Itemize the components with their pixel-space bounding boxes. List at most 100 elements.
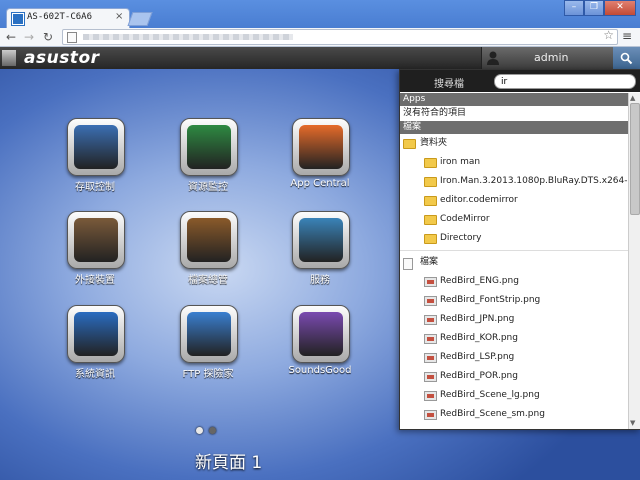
- folder-group-label: 資料夾: [420, 138, 448, 148]
- image-file-icon: [424, 372, 437, 382]
- apps-no-results: 沒有符合的項目: [403, 108, 467, 118]
- image-file-icon: [424, 296, 437, 306]
- app-label: 外接裝置: [75, 275, 115, 286]
- sidebar-toggle-handle[interactable]: [2, 50, 16, 66]
- app-label: 存取控制: [75, 182, 115, 193]
- app-label: 資源監控: [188, 182, 228, 193]
- app-access-control[interactable]: 存取控制: [47, 118, 143, 208]
- folder-icon: [403, 139, 416, 149]
- app-resource-monitor[interactable]: 資源監控: [160, 118, 256, 208]
- app-label: 檔案總管: [188, 275, 228, 286]
- forward-button[interactable]: →: [24, 28, 34, 46]
- app-services[interactable]: 服務: [272, 211, 368, 301]
- tab-title: AS-602T-C6A6: [27, 12, 93, 22]
- ftp-explorer-icon: [180, 305, 238, 363]
- file-name: RedBird_Scene_lg.png: [440, 390, 540, 400]
- folder-icon: [424, 158, 437, 168]
- app-icon-art: [299, 218, 343, 262]
- bookmark-star-icon[interactable]: ☆: [603, 28, 614, 42]
- folder-name: CodeMirror: [440, 214, 490, 224]
- page-indicator: [196, 427, 216, 434]
- scroll-up-icon[interactable]: ▲: [630, 94, 635, 102]
- image-file-icon: [424, 353, 437, 363]
- minimize-button[interactable]: –: [564, 0, 584, 16]
- scrollbar[interactable]: ▲ ▼: [628, 93, 640, 429]
- app-icon-art: [299, 125, 343, 169]
- folder-icon: [424, 215, 437, 225]
- section-header-files: 檔案: [400, 121, 628, 134]
- file-result[interactable]: RedBird_Scene_lg.png: [400, 386, 628, 405]
- app-label: FTP 探險家: [182, 369, 234, 380]
- file-result[interactable]: RedBird_Scene_sm.png: [400, 405, 628, 424]
- file-result[interactable]: RedBird_FontStrip.png: [400, 291, 628, 310]
- folder-group-header: 資料夾: [400, 134, 628, 153]
- external-device-icon: [67, 211, 125, 269]
- folder-result[interactable]: Iron.Man.3.2013.1080p.BluRay.DTS.x264-Pu…: [400, 172, 628, 191]
- file-name: RedBird_ENG.png: [440, 276, 519, 286]
- folder-name: Iron.Man.3.2013.1080p.BluRay.DTS.x264-Pu…: [440, 176, 628, 186]
- divider: [400, 250, 628, 251]
- folder-icon: [424, 196, 437, 206]
- tab-close-icon[interactable]: ×: [115, 11, 123, 22]
- file-name: RedBird_FontStrip.png: [440, 295, 541, 305]
- window-controls: – ❐ ✕: [564, 0, 636, 16]
- username: admin: [534, 51, 569, 64]
- app-file-explorer[interactable]: 檔案總管: [160, 211, 256, 301]
- app-icon-art: [74, 218, 118, 262]
- folder-name: iron man: [440, 157, 481, 167]
- page-title: 新頁面 1: [195, 453, 263, 473]
- folder-result[interactable]: Directory: [400, 229, 628, 248]
- app-external-device[interactable]: 外接裝置: [47, 211, 143, 301]
- folder-name: Directory: [440, 233, 482, 243]
- asustor-header: asustor admin: [0, 47, 640, 69]
- back-button[interactable]: ←: [6, 28, 16, 46]
- page-dot-1[interactable]: [196, 427, 203, 434]
- scroll-down-icon[interactable]: ▼: [630, 419, 635, 427]
- section-header-apps: Apps: [400, 93, 628, 106]
- file-result[interactable]: RedBird_KOR.png: [400, 329, 628, 348]
- file-result[interactable]: RedBird_JPN.png: [400, 310, 628, 329]
- app-icon-art: [187, 312, 231, 356]
- app-system-info[interactable]: 系統資訊: [47, 305, 143, 395]
- app-app-central[interactable]: App Central: [272, 118, 368, 208]
- file-name: RedBird_Scene_sm.png: [440, 409, 545, 419]
- file-name: RedBird_JPN.png: [440, 314, 515, 324]
- folder-result[interactable]: CodeMirror: [400, 210, 628, 229]
- app-label: 服務: [310, 275, 330, 286]
- file-group-header: 檔案: [400, 253, 628, 272]
- image-file-icon: [424, 277, 437, 287]
- app-icon-art: [74, 312, 118, 356]
- folder-result[interactable]: editor.codemirror: [400, 191, 628, 210]
- user-menu[interactable]: admin: [481, 47, 613, 69]
- browser-menu-icon[interactable]: ≡: [622, 29, 632, 43]
- access-control-icon: [67, 118, 125, 176]
- maximize-button[interactable]: ❐: [584, 0, 604, 16]
- new-tab-button[interactable]: [127, 12, 153, 26]
- app-central-icon: [292, 118, 350, 176]
- app-soundsgood[interactable]: SoundsGood: [272, 305, 368, 395]
- file-explorer-icon: [180, 211, 238, 269]
- app-label: App Central: [290, 178, 350, 189]
- folder-result[interactable]: iron man: [400, 153, 628, 172]
- file-result[interactable]: RedBird_POR.png: [400, 367, 628, 386]
- app-ftp-explorer[interactable]: FTP 探險家: [160, 305, 256, 395]
- browser-tab[interactable]: AS-602T-C6A6 ×: [6, 8, 130, 29]
- page-icon: [67, 32, 77, 43]
- page-dot-2[interactable]: [209, 427, 216, 434]
- image-file-icon: [424, 315, 437, 325]
- file-name: RedBird_POR.png: [440, 371, 518, 381]
- close-window-button[interactable]: ✕: [604, 0, 636, 16]
- app-icon-art: [187, 125, 231, 169]
- scrollbar-thumb[interactable]: [630, 103, 640, 215]
- search-panel-header: 搜尋檔: [400, 70, 640, 92]
- app-icon-art: [299, 312, 343, 356]
- reload-button[interactable]: ↻: [43, 28, 53, 46]
- image-file-icon: [424, 391, 437, 401]
- file-result[interactable]: RedBird_ENG.png: [400, 272, 628, 291]
- app-label: SoundsGood: [288, 365, 352, 376]
- address-bar[interactable]: ☆: [62, 28, 618, 45]
- search-input[interactable]: [494, 74, 636, 89]
- search-button[interactable]: [613, 47, 640, 69]
- file-result[interactable]: RedBird_LSP.png: [400, 348, 628, 367]
- search-panel: 搜尋檔 Apps 沒有符合的項目 檔案 資料夾 iron man Iron.Man…: [399, 69, 640, 430]
